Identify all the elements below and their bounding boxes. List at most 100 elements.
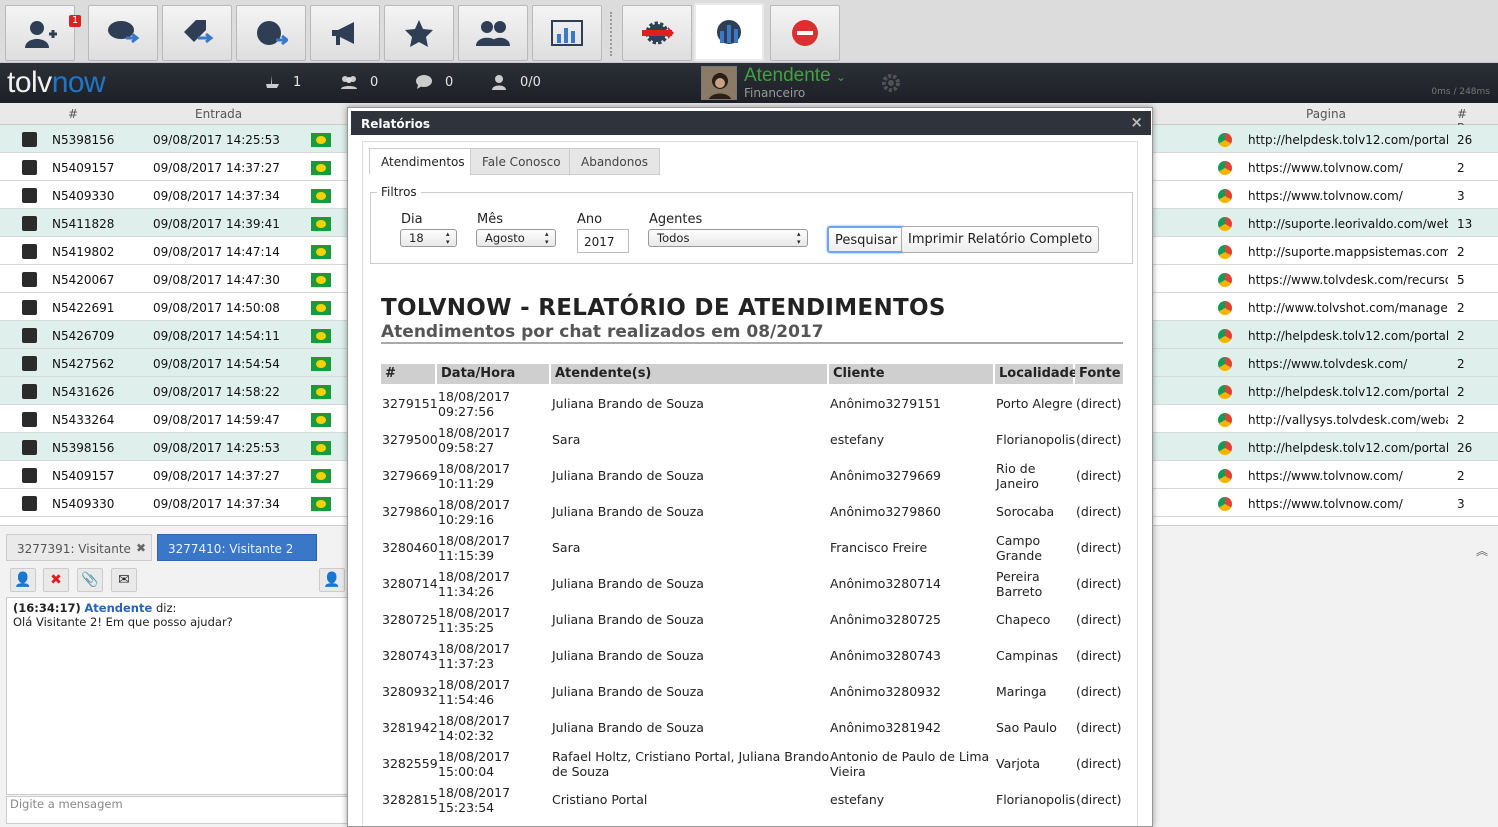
report-title: TOLVNOW - RELATÓRIO DE ATENDIMENTOS	[381, 295, 946, 321]
report-row: 3282815 18/08/2017 15:23:54 Cristiano Port…	[381, 782, 1123, 818]
dia-select[interactable]: 18	[400, 229, 457, 247]
megaphone-button[interactable]	[310, 5, 380, 61]
report-cell: 3280743	[382, 648, 438, 663]
report-cell: 3282815	[382, 792, 438, 807]
visitor-page: https://www.tolvdesk.com/	[1248, 357, 1408, 371]
report-cell: Juliana Brando de Souza	[552, 504, 704, 519]
transfer-chat-icon[interactable]: 👤	[10, 568, 36, 592]
agent-avatar[interactable]	[701, 66, 737, 100]
visitor-page: http://helpdesk.tolv12.com/portal/a	[1248, 329, 1448, 343]
close-icon[interactable]: ✖	[136, 541, 146, 555]
dialog-titlebar: Relatórios ×	[351, 111, 1151, 135]
agentes-select[interactable]: Todos	[648, 229, 808, 247]
visitor-id: N5409157	[52, 161, 115, 175]
report-col-header: Cliente	[829, 364, 993, 384]
visitor-page: http://helpdesk.tolv12.com/portal/a	[1248, 385, 1448, 399]
chrome-icon	[1218, 469, 1232, 483]
visitor-pages-count: 2	[1457, 301, 1465, 315]
dia-label: Dia	[401, 212, 423, 227]
star-button[interactable]	[384, 5, 454, 61]
chat-tab-1[interactable]: 3277391: Visitante ✖	[6, 534, 152, 561]
visitor-entry: 09/08/2017 14:37:27	[153, 161, 280, 175]
boat-icon	[266, 75, 279, 88]
visitor-entry: 09/08/2017 14:47:30	[153, 273, 280, 287]
visitor-page: https://www.tolvnow.com/	[1248, 189, 1403, 203]
tab-fale-conosco[interactable]: Fale Conosco	[470, 148, 573, 175]
add-user-button[interactable]: 1	[5, 5, 82, 61]
visitor-entry: 09/08/2017 14:25:53	[153, 441, 280, 455]
close-icon[interactable]: ×	[1130, 113, 1143, 131]
visitor-icon	[22, 328, 37, 343]
visitor-pages-count: 2	[1457, 469, 1465, 483]
block-mail-icon[interactable]: ✉	[111, 568, 137, 592]
toolbar-separator	[610, 12, 612, 56]
report-col-header: Atendente(s)	[551, 364, 827, 384]
report-cell: 18/08/2017 11:54:46	[438, 677, 511, 707]
message-input[interactable]: Digite a mensagem	[6, 796, 354, 824]
visitor-icon	[22, 440, 37, 455]
attach-icon[interactable]: 📎	[77, 568, 103, 592]
chat-tab-2[interactable]: 3277410: Visitante 2	[157, 534, 317, 561]
report-cell: Juliana Brando de Souza	[552, 468, 704, 483]
chat-transfer-button[interactable]	[88, 5, 158, 61]
tags-icon	[184, 20, 214, 44]
brazil-flag-icon	[311, 133, 331, 147]
bar-chart-button[interactable]	[532, 5, 602, 61]
gear-icon[interactable]	[882, 74, 900, 92]
visitor-id: N5427562	[52, 357, 115, 371]
visitor-page: http://suporte.mappsistemas.com.b	[1248, 245, 1448, 259]
visitor-page: http://helpdesk.tolv12.com/portal/a	[1248, 133, 1448, 147]
report-col-header: Fonte	[1075, 364, 1123, 384]
report-cell: (direct)	[1076, 792, 1122, 807]
agent-status-dropdown[interactable]: Atendente ⌄	[744, 65, 846, 87]
col-entrada[interactable]: Entrada	[195, 107, 242, 121]
search-button[interactable]: Pesquisar	[827, 226, 906, 253]
stop-button[interactable]	[770, 5, 840, 61]
logo: tolvnow	[7, 66, 106, 99]
visitor-icon	[22, 160, 37, 175]
notification-badge: 1	[69, 15, 82, 27]
report-cell: Juliana Brando de Souza	[552, 648, 704, 663]
report-cell: (direct)	[1076, 612, 1122, 627]
tab-abandonos[interactable]: Abandonos	[569, 148, 660, 175]
report-cell: Campo Grande	[996, 533, 1043, 563]
chat-icon	[416, 75, 432, 89]
visitor-pages-count: 2	[1457, 413, 1465, 427]
tab-atendimentos[interactable]: Atendimentos	[369, 148, 477, 175]
tags-button[interactable]	[162, 5, 232, 61]
visitor-id: N5409157	[52, 469, 115, 483]
collapse-icon[interactable]: ︽	[1476, 542, 1488, 559]
users-button[interactable]	[458, 5, 528, 61]
report-cell: 3280460	[382, 540, 438, 555]
reports-button[interactable]	[694, 3, 764, 61]
report-cell: Juliana Brando de Souza	[552, 684, 704, 699]
visitor-pages-count: 13	[1457, 217, 1473, 231]
report-cell: 3279669	[382, 468, 438, 483]
visitor-icon	[22, 356, 37, 371]
block-user-icon[interactable]: 👤	[319, 568, 345, 592]
chrome-icon	[1218, 329, 1232, 343]
col-pagina[interactable]: Pagina	[1306, 107, 1346, 121]
stop-icon	[792, 20, 818, 46]
brazil-flag-icon	[311, 329, 331, 343]
visitor-id: N5433264	[52, 413, 115, 427]
chrome-icon	[1218, 385, 1232, 399]
ano-input[interactable]: 2017	[577, 229, 629, 253]
mes-select[interactable]: Agosto	[476, 229, 556, 247]
report-row: 3279500 18/08/2017 09:58:27 Sara estefany Fl…	[381, 422, 1123, 458]
report-cell: (direct)	[1076, 468, 1122, 483]
visitor-entry: 09/08/2017 14:37:34	[153, 497, 280, 511]
chrome-icon	[1218, 497, 1232, 511]
brazil-flag-icon	[311, 469, 331, 483]
report-cell: (direct)	[1076, 432, 1122, 447]
globe-button[interactable]	[236, 5, 306, 61]
close-chat-icon[interactable]: ✖	[43, 568, 69, 592]
print-report-button[interactable]: Imprimir Relatório Completo	[901, 226, 1100, 253]
report-cell: (direct)	[1076, 720, 1122, 735]
visitor-entry: 09/08/2017 14:47:14	[153, 245, 280, 259]
col-id[interactable]: #	[68, 107, 78, 121]
queue-stat: 1	[263, 74, 301, 90]
report-cell: 18/08/2017 11:34:26	[438, 569, 511, 599]
settings-transfer-button[interactable]	[622, 5, 692, 61]
report-row: 3279860 18/08/2017 10:29:16 Juliana Brando…	[381, 494, 1123, 530]
